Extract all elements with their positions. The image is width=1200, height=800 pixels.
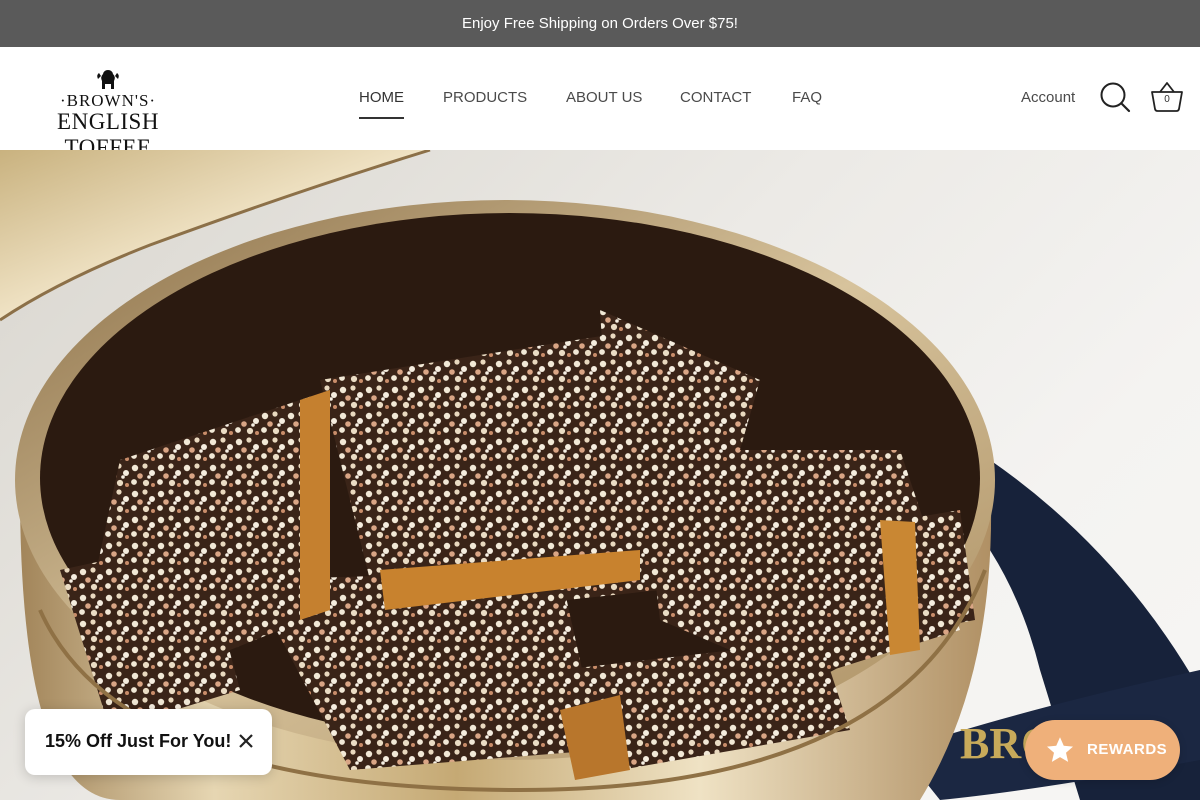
main-nav: HOME PRODUCTS ABOUT US CONTACT FAQ — [0, 47, 1200, 150]
rewards-button[interactable]: REWARDS — [1025, 720, 1180, 780]
cart-count: 0 — [1164, 94, 1170, 105]
nav-faq[interactable]: FAQ — [792, 89, 822, 106]
promo-popup[interactable]: 15% Off Just For You! — [25, 709, 272, 775]
announcement-text: Enjoy Free Shipping on Orders Over $75! — [462, 15, 738, 32]
site-header: ·BROWN'S· ENGLISH TOFFEE HOME PRODUCTS A… — [0, 47, 1200, 160]
rewards-label: REWARDS — [1087, 741, 1168, 758]
hero-illustration: BROWNS — [0, 150, 1200, 800]
nav-contact[interactable]: CONTACT — [680, 89, 751, 106]
nav-about-us[interactable]: ABOUT US — [566, 89, 642, 106]
announcement-bar: Enjoy Free Shipping on Orders Over $75! — [0, 0, 1200, 47]
account-link[interactable]: Account — [1021, 89, 1075, 106]
close-icon[interactable] — [238, 733, 254, 749]
search-icon[interactable] — [1099, 81, 1131, 113]
nav-products[interactable]: PRODUCTS — [443, 89, 527, 106]
hero-image: BROWNS — [0, 150, 1200, 800]
nav-home[interactable]: HOME — [359, 89, 404, 119]
promo-text[interactable]: 15% Off Just For You! — [45, 731, 231, 752]
star-icon — [1047, 737, 1073, 762]
